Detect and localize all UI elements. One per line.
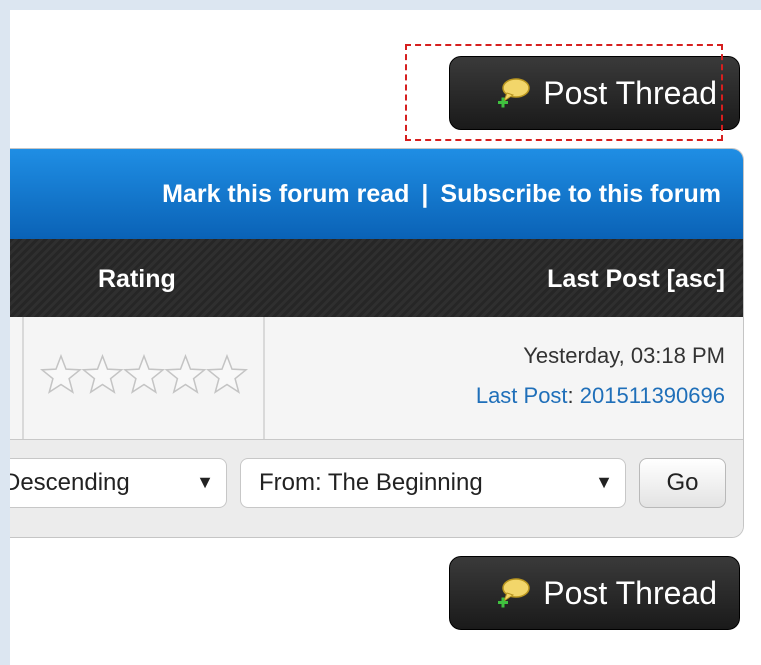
star-icon bbox=[39, 353, 83, 394]
chevron-down-icon: ▼ bbox=[196, 472, 214, 492]
new-thread-icon bbox=[498, 78, 531, 108]
window-frame-left bbox=[0, 0, 10, 665]
window-frame-top bbox=[0, 0, 761, 10]
column-header-row: Rating Last Post [asc] bbox=[10, 239, 743, 317]
post-thread-button-bottom[interactable]: Post Thread bbox=[449, 556, 740, 630]
thread-list-panel: Mark this forum read | Subscribe to this… bbox=[10, 148, 744, 538]
last-post-column-header[interactable]: Last Post [asc] bbox=[547, 265, 725, 294]
chevron-down-icon: ▼ bbox=[595, 472, 613, 492]
star-icon bbox=[205, 353, 249, 394]
sort-controls: Descending ▼ From: The Beginning ▼ Go bbox=[10, 440, 743, 537]
star-icon bbox=[122, 353, 166, 394]
post-thread-label: Post Thread bbox=[543, 75, 717, 111]
last-post-date: Yesterday, 03:18 PM bbox=[523, 343, 725, 368]
mark-forum-read-link[interactable]: Mark this forum read bbox=[162, 180, 409, 209]
last-post-by-label: Last Post bbox=[475, 383, 568, 408]
column-divider bbox=[22, 317, 24, 439]
actions-separator: | bbox=[421, 179, 429, 208]
post-thread-label: Post Thread bbox=[543, 575, 717, 611]
new-thread-icon bbox=[498, 578, 531, 608]
subscribe-forum-link[interactable]: Subscribe to this forum bbox=[440, 180, 721, 209]
from-date-value: From: The Beginning bbox=[259, 469, 483, 496]
sort-order-select[interactable]: Descending ▼ bbox=[10, 458, 227, 508]
last-post-colon: : bbox=[567, 383, 574, 408]
last-post-by: Last Post: 201511390696 bbox=[476, 383, 725, 409]
rating-column-header[interactable]: Rating bbox=[98, 265, 176, 294]
post-thread-button[interactable]: Post Thread bbox=[449, 56, 740, 130]
from-date-select[interactable]: From: The Beginning ▼ bbox=[240, 458, 626, 508]
star-icon bbox=[81, 353, 124, 394]
last-post-user-link[interactable]: 201511390696 bbox=[580, 383, 725, 408]
table-row: Yesterday, 03:18 PM Last Post: 201511390… bbox=[10, 317, 743, 440]
go-button[interactable]: Go bbox=[639, 458, 726, 508]
forum-actions-bar: Mark this forum read | Subscribe to this… bbox=[10, 149, 743, 239]
star-icon bbox=[164, 353, 207, 394]
sort-order-value: Descending bbox=[10, 469, 130, 496]
column-divider bbox=[263, 317, 265, 439]
rating-stars bbox=[39, 353, 249, 394]
